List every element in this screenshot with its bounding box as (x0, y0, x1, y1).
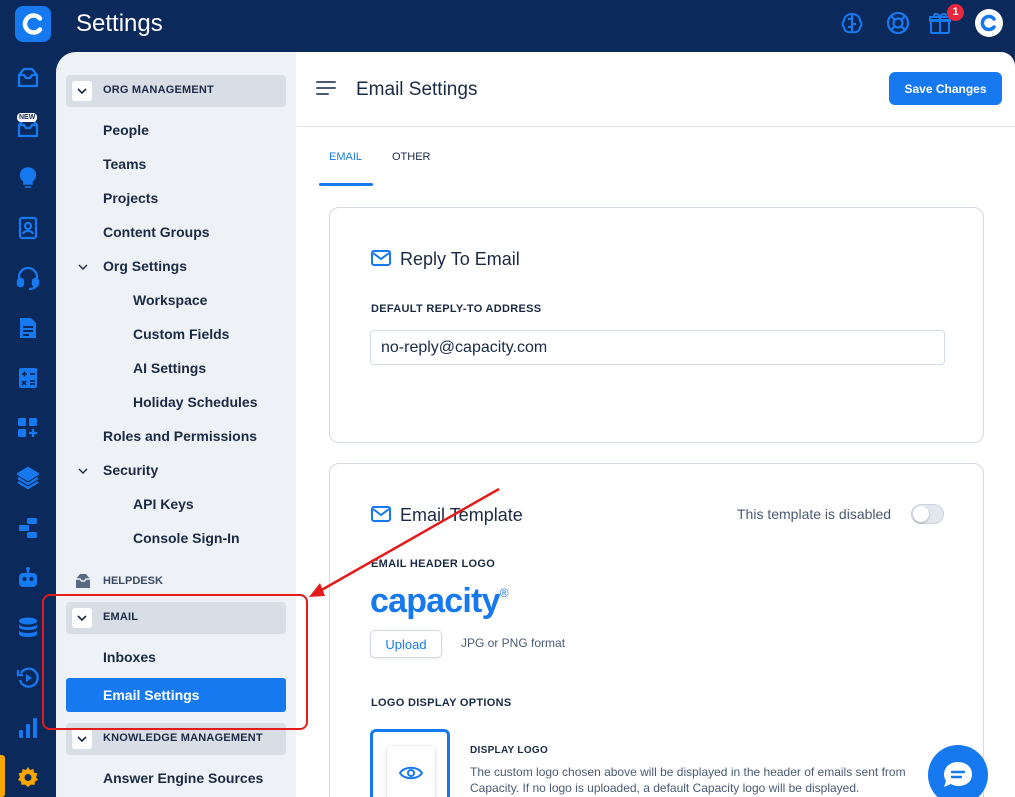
save-changes-button[interactable]: Save Changes (889, 72, 1002, 105)
capacity-brand-logo: capacity® (370, 582, 509, 620)
nav-item-people[interactable]: People (103, 122, 149, 138)
app-title: Settings (76, 10, 163, 37)
database-icon[interactable] (15, 615, 41, 641)
nav-item-org-settings[interactable]: Org Settings (103, 258, 187, 274)
reply-to-field-label: DEFAULT REPLY-TO ADDRESS (371, 303, 542, 315)
template-card-title: Email Template (400, 505, 523, 525)
page-header: Email Settings Save Changes (296, 52, 1015, 127)
eye-icon (399, 766, 423, 780)
tab-email[interactable]: EMAIL (329, 151, 362, 163)
capacity-logo-icon[interactable] (15, 6, 51, 42)
template-toggle-label: This template is disabled (737, 506, 892, 522)
nav-item-answer-engine-sources[interactable]: Answer Engine Sources (103, 770, 263, 786)
helpdesk-section-icon (76, 574, 90, 588)
reply-to-card: Reply To Email DEFAULT REPLY-TO ADDRESS … (329, 207, 984, 443)
top-bar: Settings 1 (0, 0, 1015, 52)
upload-format-hint: JPG or PNG format (461, 636, 566, 650)
chevron-down-icon[interactable] (76, 464, 90, 478)
nav-item-custom-fields[interactable]: Custom Fields (133, 326, 229, 342)
nav-item-console-signin[interactable]: Console Sign-In (133, 530, 240, 546)
active-tab-indicator (319, 183, 373, 186)
chat-icon (944, 762, 972, 787)
helpdesk-icon[interactable] (15, 65, 41, 91)
mail-icon (371, 506, 391, 522)
lightbulb-icon[interactable] (15, 165, 41, 191)
toggle-knob (913, 506, 929, 522)
rail-active-indicator (0, 755, 5, 797)
chat-launcher-button[interactable] (928, 745, 988, 797)
nav-item-projects[interactable]: Projects (103, 190, 158, 206)
workflow-icon[interactable] (15, 515, 41, 541)
new-badge: NEW (17, 113, 38, 122)
page-title: Email Settings (356, 79, 478, 100)
reply-card-title: Reply To Email (400, 249, 520, 269)
email-template-card: Email Template This template is disabled… (329, 463, 984, 797)
lifebuoy-icon[interactable] (885, 10, 911, 36)
chevron-down-icon[interactable] (72, 729, 92, 749)
menu-icon[interactable] (316, 80, 336, 96)
notification-badge: 1 (947, 4, 964, 21)
chevron-down-icon[interactable] (72, 81, 92, 101)
template-enable-toggle[interactable] (911, 504, 944, 524)
analytics-icon[interactable] (15, 715, 41, 741)
option-preview (387, 746, 435, 797)
calculator-icon[interactable] (15, 365, 41, 391)
nav-item-content-groups[interactable]: Content Groups (103, 224, 210, 240)
logo-display-options-label: LOGO DISPLAY OPTIONS (371, 697, 512, 709)
display-logo-option[interactable] (370, 729, 450, 797)
upload-logo-button[interactable]: Upload (370, 630, 442, 658)
nav-item-teams[interactable]: Teams (103, 156, 146, 172)
nav-item-workspace[interactable]: Workspace (133, 292, 207, 308)
nav-item-security[interactable]: Security (103, 462, 158, 478)
settings-gear-icon[interactable] (15, 765, 41, 791)
layers-icon[interactable] (15, 465, 41, 491)
brain-icon[interactable] (839, 10, 865, 36)
annotation-highlight-box (42, 594, 308, 730)
section-helpdesk-label: HELPDESK (103, 575, 163, 587)
display-logo-description: The custom logo chosen above will be dis… (470, 765, 906, 795)
main-content: Email Settings Save Changes EMAIL OTHER … (296, 52, 1015, 797)
reply-to-address-input[interactable]: no-reply@capacity.com (370, 330, 945, 365)
nav-item-holiday-schedules[interactable]: Holiday Schedules (133, 394, 257, 410)
add-apps-icon[interactable] (15, 415, 41, 441)
bot-icon[interactable] (15, 565, 41, 591)
user-avatar[interactable] (975, 9, 1003, 37)
display-logo-title: DISPLAY LOGO (470, 745, 549, 756)
section-org-management[interactable]: ORG MANAGEMENT (66, 75, 286, 107)
tab-other[interactable]: OTHER (392, 151, 431, 163)
nav-item-roles-permissions[interactable]: Roles and Permissions (103, 428, 257, 444)
headset-icon[interactable] (15, 265, 41, 291)
header-logo-label: EMAIL HEADER LOGO (371, 558, 496, 570)
nav-item-api-keys[interactable]: API Keys (133, 496, 194, 512)
nav-item-ai-settings[interactable]: AI Settings (133, 360, 206, 376)
contacts-icon[interactable] (15, 215, 41, 241)
chevron-down-icon[interactable] (76, 260, 90, 274)
mail-icon (371, 250, 391, 266)
document-icon[interactable] (15, 315, 41, 341)
replay-icon[interactable] (15, 665, 41, 691)
